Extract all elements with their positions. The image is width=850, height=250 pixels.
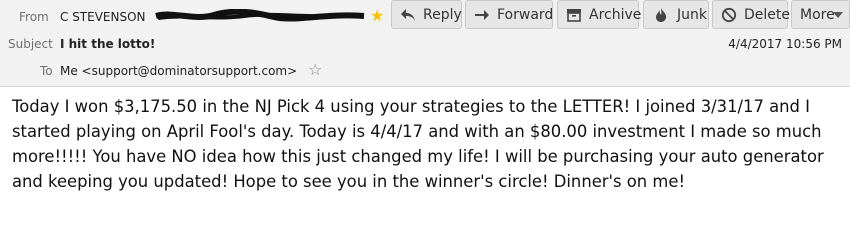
reply-arrow-icon	[400, 6, 416, 24]
from-label: From	[19, 10, 49, 24]
subject-label: Subject	[8, 37, 53, 51]
forward-button[interactable]: Forward	[465, 0, 553, 29]
reply-label: Reply	[423, 6, 462, 23]
forward-arrow-icon	[474, 6, 490, 24]
recipient[interactable]: Me <support@dominatorsupport.com>	[60, 64, 297, 78]
message-date: 4/4/2017 10:56 PM	[728, 37, 842, 51]
delete-label: Delete	[744, 6, 790, 23]
more-button[interactable]: More	[791, 0, 850, 29]
junk-label: Junk	[677, 6, 707, 23]
archive-button[interactable]: Archive	[557, 0, 642, 29]
star-outline-icon[interactable]: ☆	[308, 60, 322, 79]
forward-label: Forward	[497, 6, 554, 23]
archive-box-icon	[566, 6, 582, 24]
flame-icon	[652, 6, 670, 24]
message-body: Today I won $3,175.50 in the NJ Pick 4 u…	[12, 97, 824, 191]
subject-text: I hit the lotto!	[60, 37, 156, 51]
redacted-email-scribble	[155, 9, 365, 22]
star-icon[interactable]: ★	[370, 6, 384, 25]
message-header: From C STEVENSON ★ Reply Forward Archive…	[0, 0, 850, 87]
junk-button[interactable]: Junk	[643, 0, 709, 29]
no-entry-icon	[721, 6, 737, 24]
chevron-down-icon	[833, 12, 843, 18]
archive-label: Archive	[589, 6, 642, 23]
sender-name[interactable]: C STEVENSON	[60, 10, 146, 24]
reply-button[interactable]: Reply	[391, 0, 462, 29]
to-label: To	[40, 64, 53, 78]
more-label: More	[800, 6, 835, 23]
delete-button[interactable]: Delete	[712, 0, 790, 29]
